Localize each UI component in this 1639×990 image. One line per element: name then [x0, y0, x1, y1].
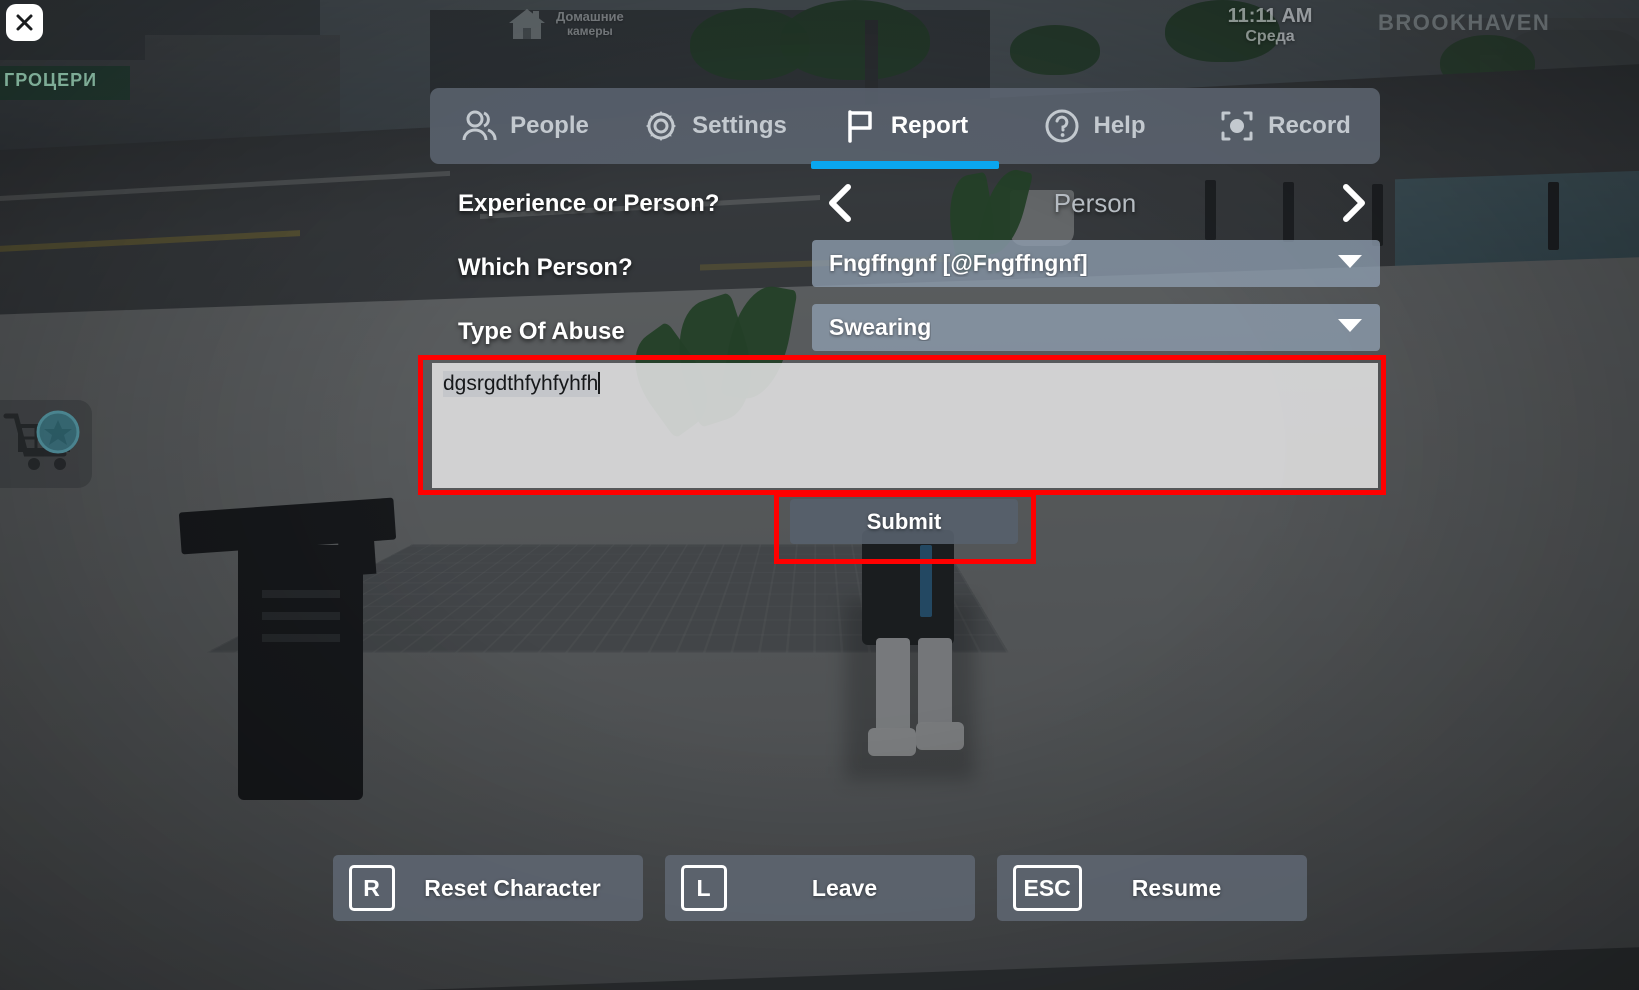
game-screen: ГРОЦЕРИ Домашние камеры 11:11 AM Среда B… [0, 0, 1639, 990]
tab-help[interactable]: Help [1000, 88, 1190, 164]
submit-button[interactable]: Submit [790, 499, 1018, 544]
question-icon [1044, 108, 1080, 144]
resume-button[interactable]: ESC Resume [996, 855, 1307, 921]
chevron-down-icon [1337, 317, 1363, 339]
reset-character-button[interactable]: R Reset Character [332, 855, 643, 921]
shop-button[interactable] [0, 400, 92, 488]
tab-help-label: Help [1093, 112, 1146, 139]
people-icon [461, 108, 497, 144]
experience-or-person-label: Experience or Person? [458, 190, 720, 217]
key-badge-l: L [680, 865, 727, 911]
home-cameras-title: Домашние [556, 9, 624, 24]
next-option-button[interactable] [1336, 182, 1370, 229]
which-person-dropdown[interactable]: Fngffngnf [@Fngffngnf] [812, 240, 1380, 287]
tab-settings-label: Settings [692, 112, 787, 139]
home-cameras-subtitle: камеры [566, 24, 613, 38]
type-of-abuse-dropdown[interactable]: Swearing [812, 304, 1380, 351]
tab-people-label: People [510, 112, 589, 139]
shopping-cart-star-icon [3, 410, 80, 470]
key-badge-esc: ESC [1012, 865, 1082, 911]
which-person-value: Fngffngnf [@Fngffngnf] [829, 250, 1088, 276]
game-clock: 11:11 AM Среда [1190, 5, 1350, 46]
record-icon [1219, 108, 1255, 144]
details-textarea[interactable] [432, 363, 1378, 488]
bottom-action-bar: R Reset Character L Leave ESC Resume [0, 855, 1639, 923]
pause-menu-tabbar: People Settings Report Help Record [430, 88, 1380, 169]
which-person-label: Which Person? [458, 254, 633, 281]
type-of-abuse-value: Swearing [829, 314, 932, 340]
game-brand-logo: BROOKHAVEN [1378, 10, 1551, 35]
prev-option-button[interactable] [824, 182, 858, 229]
gear-icon [643, 108, 679, 144]
key-badge-r: R [348, 865, 395, 911]
chevron-right-icon [1343, 184, 1365, 222]
store-sign-text: ГРОЦЕРИ [4, 70, 98, 90]
chevron-left-icon [829, 184, 851, 222]
tab-settings[interactable]: Settings [620, 88, 810, 164]
clock-day: Среда [1245, 28, 1295, 45]
home-cameras-widget[interactable]: Домашние камеры [505, 2, 705, 46]
home-cameras-labels: Домашние камеры [556, 9, 624, 39]
flag-icon [842, 108, 878, 144]
tab-people[interactable]: People [430, 88, 620, 164]
clock-time: 11:11 AM [1227, 5, 1313, 27]
tab-report-label: Report [890, 112, 969, 139]
tab-record[interactable]: Record [1190, 88, 1380, 164]
experience-or-person-value: Person [1053, 188, 1137, 218]
close-button[interactable] [6, 4, 43, 41]
type-of-abuse-label: Type Of Abuse [458, 318, 625, 345]
close-icon [16, 14, 33, 31]
tab-report[interactable]: Report [810, 88, 1000, 169]
leave-button[interactable]: L Leave [664, 855, 975, 921]
tab-record-label: Record [1268, 112, 1351, 139]
submit-button-label: Submit [866, 508, 942, 534]
active-tab-underline [811, 161, 999, 169]
chevron-down-icon [1337, 253, 1363, 275]
house-icon [509, 9, 545, 39]
